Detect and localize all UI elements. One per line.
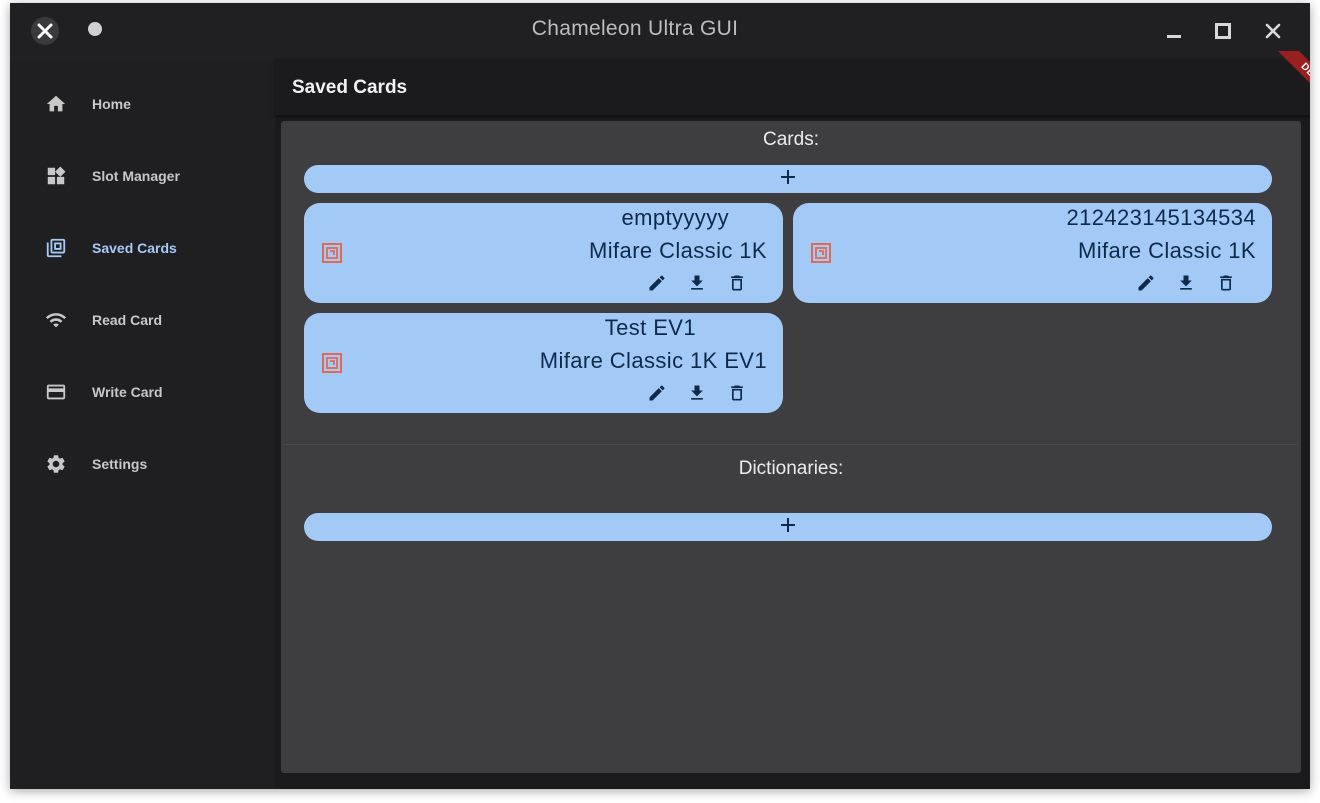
delete-icon[interactable]	[1206, 271, 1246, 295]
widgets-icon	[44, 164, 68, 188]
download-icon[interactable]	[677, 381, 717, 405]
page-title: Saved Cards	[292, 77, 408, 98]
close-button[interactable]	[1259, 17, 1287, 45]
section-divider	[285, 444, 1297, 445]
nfc-icon	[811, 243, 831, 263]
saved-cards-panel: Cards: emptyyyyy Mifare Classic 1K 21242…	[281, 121, 1301, 773]
dictionaries-heading: Dictionaries:	[738, 458, 844, 479]
close-icon	[1265, 23, 1281, 39]
sidebar-item-label: Settings	[92, 456, 148, 472]
saved-card[interactable]: 212423145134534 Mifare Classic 1K	[793, 203, 1272, 303]
sidebar-item-home[interactable]: Home	[10, 76, 275, 132]
nfc-icon	[322, 353, 342, 373]
delete-icon[interactable]	[717, 271, 757, 295]
saved-card[interactable]: emptyyyyy Mifare Classic 1K	[304, 203, 783, 303]
app-bar: Saved Cards	[275, 59, 1310, 115]
minimize-button[interactable]	[1160, 17, 1188, 45]
title-bar: Chameleon Ultra GUI	[10, 3, 1310, 59]
sidebar-item-label: Read Card	[92, 312, 163, 328]
sidebar-item-write-card[interactable]: Write Card	[10, 364, 275, 420]
home-icon	[44, 92, 68, 116]
card-name: emptyyyyy	[621, 205, 729, 230]
minimize-icon	[1167, 35, 1181, 38]
sidebar-item-label: Saved Cards	[92, 240, 177, 256]
card-type: Mifare Classic 1K	[1078, 238, 1256, 263]
debug-banner: DEBUG	[1270, 51, 1310, 113]
wifi-icon	[44, 308, 68, 332]
saved-card[interactable]: Test EV1 Mifare Classic 1K EV1	[304, 313, 783, 413]
sidebar-item-label: Write Card	[92, 384, 163, 400]
delete-icon[interactable]	[717, 381, 757, 405]
debug-banner-label: DEBUG	[1275, 51, 1310, 113]
sidebar-item-read-card[interactable]: Read Card	[10, 292, 275, 348]
card-type: Mifare Classic 1K	[589, 238, 767, 263]
download-icon[interactable]	[677, 271, 717, 295]
card-actions	[1126, 271, 1246, 295]
download-icon[interactable]	[1166, 271, 1206, 295]
sidebar-item-slot-manager[interactable]: Slot Manager	[10, 148, 275, 204]
maximize-icon	[1215, 23, 1231, 39]
library-icon	[44, 236, 68, 260]
sidebar-item-saved-cards[interactable]: Saved Cards	[10, 220, 275, 276]
window-title: Chameleon Ultra GUI	[531, 17, 739, 40]
sidebar-item-settings[interactable]: Settings	[10, 436, 275, 492]
credit-card-icon	[44, 380, 68, 404]
maximize-button[interactable]	[1209, 17, 1237, 45]
card-type: Mifare Classic 1K EV1	[539, 348, 767, 373]
card-name: Test EV1	[604, 315, 696, 340]
edit-icon[interactable]	[1126, 271, 1166, 295]
plus-icon	[780, 517, 796, 538]
edit-icon[interactable]	[637, 271, 677, 295]
plus-icon	[780, 169, 796, 190]
main-content: Saved Cards DEBUG Cards: emptyyyyy Mifar…	[275, 51, 1310, 789]
add-card-button[interactable]	[304, 165, 1272, 193]
edit-icon[interactable]	[637, 381, 677, 405]
nfc-icon	[322, 243, 342, 263]
cards-heading: Cards:	[763, 129, 819, 150]
card-actions	[637, 271, 757, 295]
app-window: Chameleon Ultra GUI Home Slot Manager Sa…	[10, 3, 1310, 789]
sidebar-nav: Home Slot Manager Saved Cards Read Card …	[10, 59, 275, 789]
gear-icon	[44, 452, 68, 476]
card-name: 212423145134534	[1066, 205, 1256, 230]
card-actions	[637, 381, 757, 405]
sidebar-item-label: Slot Manager	[92, 168, 180, 184]
sidebar-item-label: Home	[92, 96, 131, 112]
add-dictionary-button[interactable]	[304, 513, 1272, 541]
